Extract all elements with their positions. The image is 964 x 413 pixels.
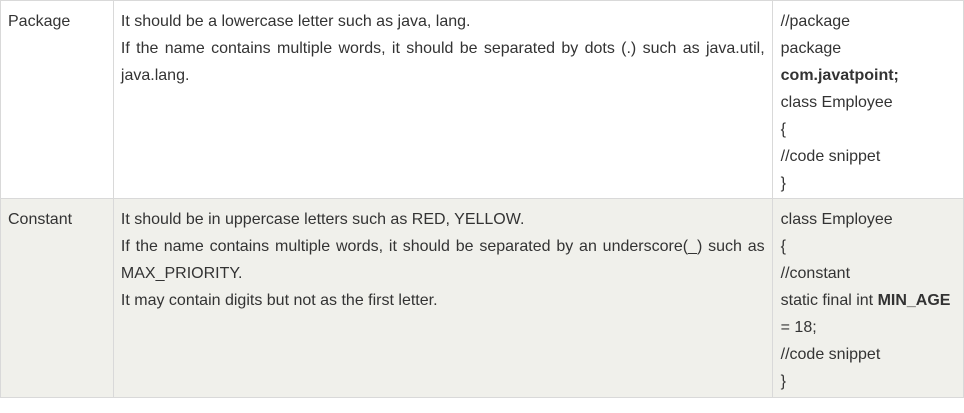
table-row-package: Package It should be a lowercase letter … <box>0 0 964 199</box>
example-line: } <box>780 373 786 390</box>
example-line: { <box>780 238 786 255</box>
rule-line: It should be in uppercase letters such a… <box>120 211 525 228</box>
naming-conventions-table: Package It should be a lowercase letter … <box>0 0 964 398</box>
example-line: class Employee <box>780 211 893 228</box>
rule-description-cell: It should be a lowercase letter such as … <box>112 0 773 199</box>
example-line: = 18; <box>780 319 817 336</box>
example-line-bold: MIN_AGE <box>877 292 951 309</box>
identifier-type-cell: Constant <box>0 198 114 398</box>
rule-line: It should be a lowercase letter such as … <box>120 13 471 30</box>
rule-description-cell: It should be in uppercase letters such a… <box>112 198 773 398</box>
example-cell: //package package com.javatpoint; class … <box>771 0 964 199</box>
example-line: } <box>780 175 786 192</box>
example-line: class Employee <box>780 94 893 111</box>
rule-line: It may contain digits but not as the fir… <box>120 292 438 309</box>
example-line: //constant <box>780 265 851 282</box>
example-line: //code snippet <box>780 346 881 363</box>
rule-line: If the name contains multiple words, it … <box>120 40 765 84</box>
table-row-constant: Constant It should be in uppercase lette… <box>0 198 964 398</box>
identifier-type-cell: Package <box>0 0 114 199</box>
example-line: //code snippet <box>780 148 881 165</box>
rule-line: If the name contains multiple words, it … <box>120 238 765 282</box>
identifier-type: Constant <box>8 211 73 228</box>
example-line-mixed: static final int MIN_AGE <box>781 287 959 314</box>
example-line-prefix: static final int <box>780 292 878 309</box>
example-cell: class Employee { //constant static final… <box>771 198 964 398</box>
example-line-bold: com.javatpoint; <box>780 67 899 84</box>
example-line: //package <box>780 13 851 30</box>
example-line: { <box>780 121 786 138</box>
identifier-type: Package <box>8 13 71 30</box>
example-line: package <box>780 40 842 57</box>
